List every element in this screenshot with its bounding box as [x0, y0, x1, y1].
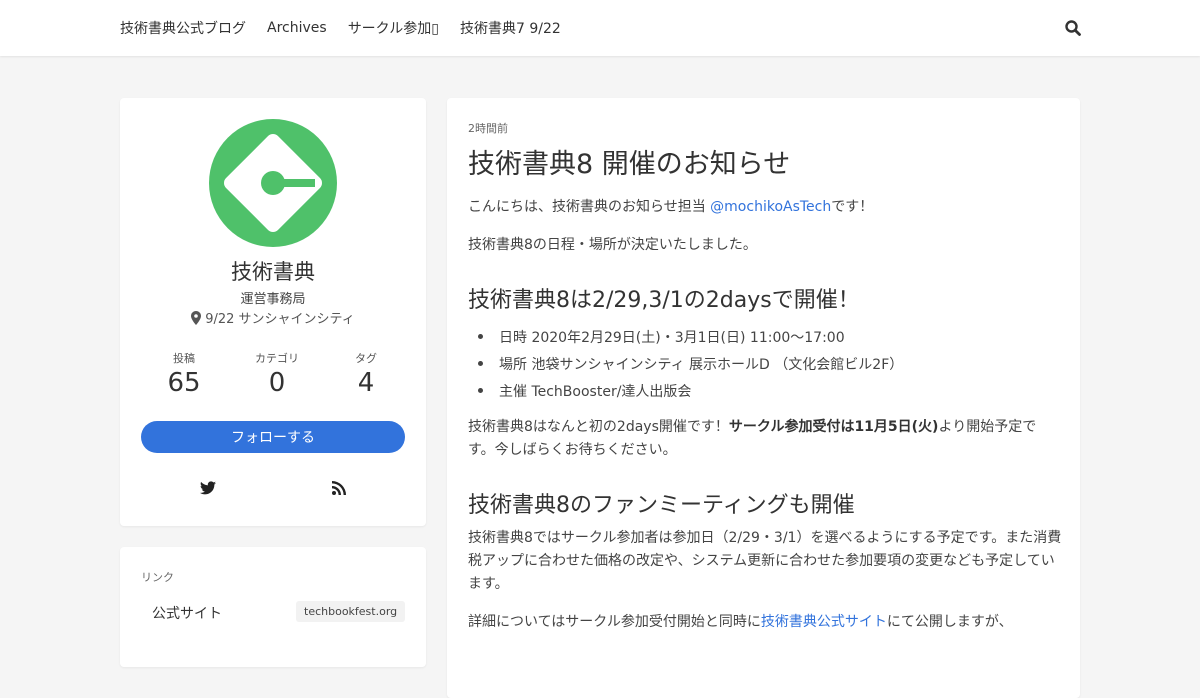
- stat-categories[interactable]: カテゴリ 0: [237, 350, 317, 398]
- stat-categories-label: カテゴリ: [255, 352, 299, 365]
- profile-subtitle: 運営事務局: [240, 292, 306, 307]
- stat-posts[interactable]: 投稿 65: [144, 350, 224, 398]
- list-item-date: 日時 2020年2月29日(土)・3月1日(日) 11:00〜17:00: [478, 327, 845, 347]
- article-card: 2時間前 技術書典8 開催のお知らせ こんにちは、技術書典のお知らせ担当 @mo…: [447, 98, 1080, 698]
- article-title[interactable]: 技術書典8 開催のお知らせ: [468, 142, 790, 181]
- links-card: リンク 公式サイト techbookfest.org: [120, 547, 426, 667]
- article-paragraph-intro: こんにちは、技術書典のお知らせ担当 @mochikoAsTechです！: [468, 196, 1062, 219]
- profile-name: 技術書典: [231, 260, 315, 284]
- stat-posts-value: 65: [167, 368, 201, 398]
- 2days-text: 技術書典8はなんと初の2days開催です！: [468, 419, 729, 435]
- stat-tags[interactable]: タグ 4: [326, 350, 406, 398]
- article-heading-schedule: 技術書典8は2/29,3/1の2daysで開催！: [468, 288, 860, 313]
- nav-item-blog-home[interactable]: 技術書典公式ブログ: [120, 18, 246, 38]
- details-text: 詳細についてはサークル参加受付開始と同時に: [468, 614, 761, 630]
- twitter-icon[interactable]: [200, 481, 216, 495]
- map-pin-icon: [191, 311, 202, 325]
- author-link[interactable]: @mochikoAsTech: [710, 199, 831, 215]
- article-paragraph-decided: 技術書典8の日程・場所が決定いたしました。: [468, 237, 757, 253]
- intro-text-end: です！: [831, 199, 874, 215]
- profile-card: 技術書典 運営事務局 9/22 サンシャインシティ 投稿 65 カテゴリ 0 タ…: [120, 98, 426, 526]
- rss-icon[interactable]: [332, 481, 346, 495]
- search-icon[interactable]: [1064, 19, 1082, 37]
- nav-menu: 技術書典公式ブログ Archives サークル参加▯ 技術書典7 9/22: [120, 0, 582, 56]
- techbookfest-logo: [209, 119, 337, 247]
- details-text-end: にて公開しますが、: [886, 614, 1013, 630]
- nav-item-archives[interactable]: Archives: [267, 20, 327, 36]
- profile-location-text: 9/22 サンシャインシティ: [205, 312, 355, 327]
- nav-item-circle-entry[interactable]: サークル参加▯: [348, 18, 439, 38]
- follow-button[interactable]: フォローする: [141, 421, 405, 453]
- intro-text: こんにちは、技術書典のお知らせ担当: [468, 199, 711, 215]
- stat-posts-label: 投稿: [173, 352, 195, 365]
- profile-location: 9/22 サンシャインシティ: [120, 308, 426, 327]
- 2days-bold-text: サークル参加受付は11月5日(火): [728, 419, 939, 435]
- article-paragraph-2days: 技術書典8はなんと初の2days開催です！サークル参加受付は11月5日(火)より…: [468, 416, 1062, 462]
- stat-categories-value: 0: [268, 368, 286, 398]
- top-navbar: 技術書典公式ブログ Archives サークル参加▯ 技術書典7 9/22: [0, 0, 1200, 56]
- official-site-link[interactable]: 技術書典公式サイト: [761, 614, 887, 630]
- list-item-organizer: 主催 TechBooster/達人出版会: [477, 381, 691, 401]
- stat-tags-label: タグ: [355, 352, 377, 365]
- links-heading: リンク: [141, 571, 174, 584]
- nav-item-techbookfest7[interactable]: 技術書典7 9/22: [460, 18, 561, 38]
- article-timestamp: 2時間前: [468, 122, 508, 135]
- link-official-site-domain: techbookfest.org: [296, 601, 406, 622]
- article-heading-fan-meeting: 技術書典8のファンミーティングも開催: [468, 493, 855, 518]
- link-official-site[interactable]: 公式サイト: [152, 603, 222, 623]
- list-item-venue: 場所 池袋サンシャインシティ 展示ホールD （文化会館ビル2F）: [477, 354, 903, 374]
- article-paragraph-circle-day: 技術書典8ではサークル参加者は参加日（2/29・3/1）を選べるようにする予定で…: [468, 530, 1062, 592]
- article-paragraph-details: 詳細についてはサークル参加受付開始と同時に技術書典公式サイトにて公開しますが、: [468, 611, 1062, 634]
- stat-tags-value: 4: [357, 368, 375, 398]
